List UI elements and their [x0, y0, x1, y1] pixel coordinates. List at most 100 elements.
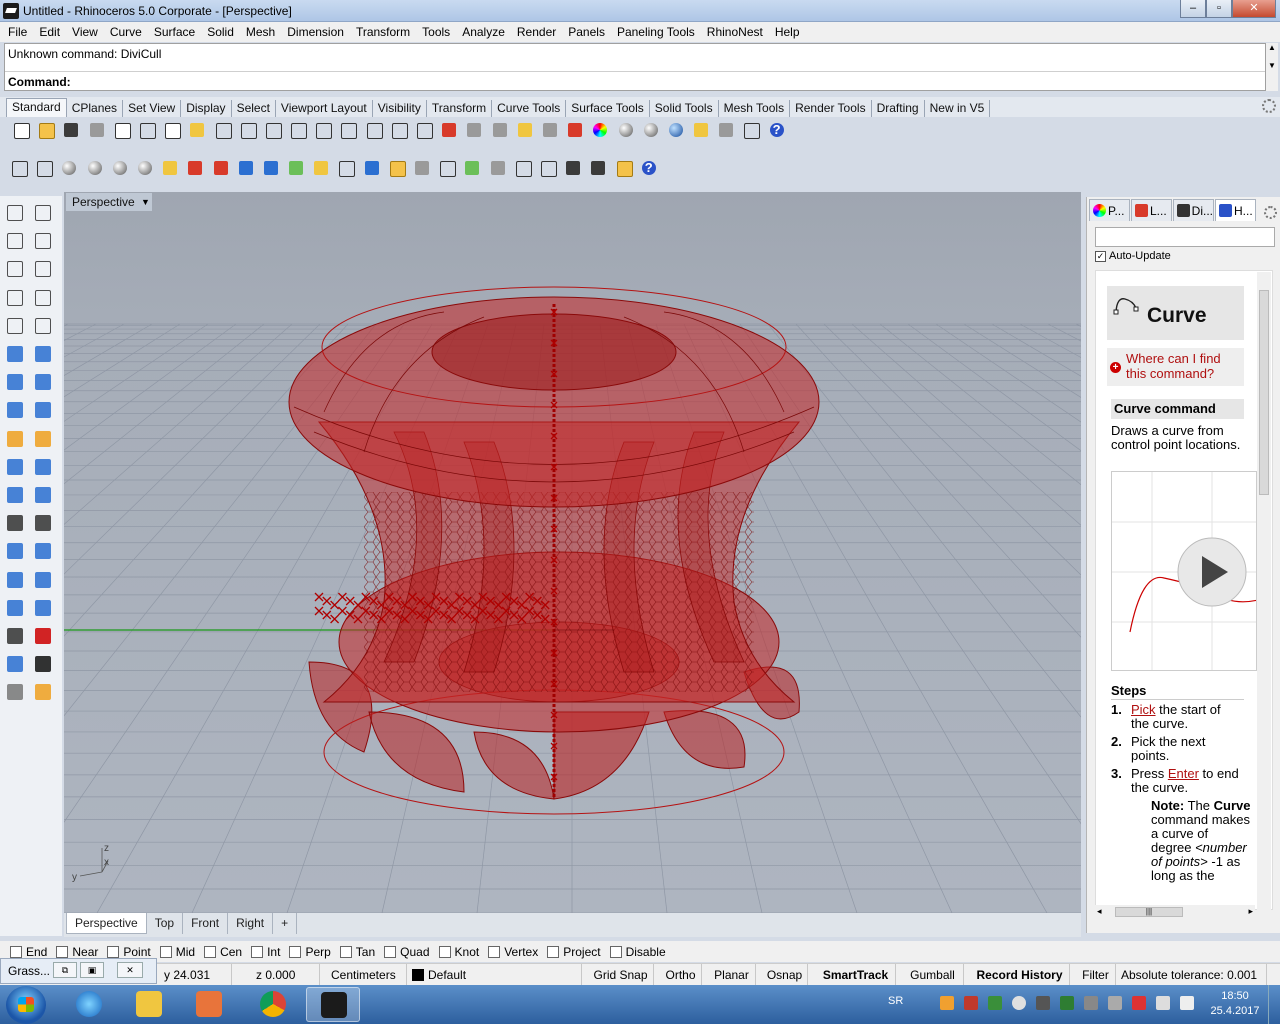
toolbar-gear-icon[interactable] [1262, 99, 1276, 113]
viewport-canvas[interactable]: z x y [64, 192, 1081, 913]
checkbox-box[interactable] [547, 945, 560, 958]
checkbox-box[interactable] [56, 945, 69, 958]
panel-tab-display[interactable]: Di... [1173, 199, 1214, 221]
osnap-mid-checkbox[interactable]: Mid [159, 945, 195, 959]
layer-icon[interactable] [564, 119, 586, 141]
tray-printer-icon[interactable] [1036, 996, 1050, 1010]
menu-transform[interactable]: Transform [350, 22, 416, 42]
text-tool-icon[interactable] [4, 540, 26, 562]
zoom-icon[interactable] [287, 119, 309, 141]
select-arrow-icon[interactable] [4, 202, 26, 224]
analyze-icon[interactable] [4, 653, 26, 675]
align-icon[interactable] [32, 625, 54, 647]
checkbox-box[interactable] [107, 945, 120, 958]
3d-model[interactable] [288, 286, 820, 815]
panel-tab-help[interactable]: H... [1215, 199, 1256, 221]
grasshopper-minimized-window[interactable]: Grass... ⧉ ▣ ✕ [0, 958, 157, 984]
auto-update-checkbox[interactable]: ✓ Auto-Update [1095, 250, 1171, 262]
menu-surface[interactable]: Surface [148, 22, 201, 42]
toolbar-tab-render-tools[interactable]: Render Tools [790, 100, 872, 117]
rebuild-icon[interactable] [32, 512, 54, 534]
menu-help[interactable]: Help [769, 22, 806, 42]
paint-icon[interactable] [32, 681, 54, 703]
viewport-title[interactable]: Perspective [66, 193, 141, 211]
flag-icon[interactable] [335, 157, 357, 179]
folder-open-icon[interactable] [613, 157, 635, 179]
toolbar-tab-standard[interactable]: Standard [6, 98, 67, 117]
ball-3-icon[interactable] [109, 157, 131, 179]
boolean-split-icon[interactable] [32, 484, 54, 506]
save-hpgl-icon[interactable] [587, 157, 609, 179]
command-scrollbar[interactable]: ▲ ▼ [1266, 43, 1278, 91]
fan-icon[interactable] [310, 157, 332, 179]
toolbar-tab-mesh-tools[interactable]: Mesh Tools [719, 100, 791, 117]
fillet-icon[interactable] [32, 428, 54, 450]
rectangle-curve-icon[interactable] [32, 230, 54, 252]
osnap-toggle[interactable]: Osnap [762, 964, 808, 986]
cut-tool-icon[interactable] [487, 157, 509, 179]
gear-blue-icon[interactable] [361, 157, 383, 179]
tab-front[interactable]: Front [183, 913, 229, 934]
smarttrack-toggle[interactable]: SmartTrack [816, 964, 896, 986]
taskbar-internet-explorer[interactable] [62, 987, 116, 1022]
tray-update-icon[interactable] [1012, 996, 1026, 1010]
check-icon[interactable] [32, 653, 54, 675]
dashed-box-icon[interactable] [537, 157, 559, 179]
rectangle-icon[interactable] [32, 287, 54, 309]
viewport-menu-chevron-down-icon[interactable]: ▼ [139, 193, 152, 211]
menu-view[interactable]: View [66, 22, 104, 42]
units-display[interactable]: Centimeters [327, 964, 407, 986]
menu-curve[interactable]: Curve [104, 22, 148, 42]
maximize-button[interactable]: ▫ [1206, 0, 1232, 18]
taskbar-file-explorer[interactable] [122, 987, 176, 1022]
b-box-icon[interactable] [512, 157, 534, 179]
osnap-tan-checkbox[interactable]: Tan [339, 945, 375, 959]
enter-link[interactable]: Enter [1168, 766, 1199, 781]
scroll-right-icon[interactable]: ▸ [1248, 906, 1253, 917]
help-icon[interactable] [766, 119, 788, 141]
help-icon[interactable] [638, 157, 660, 179]
checkbox-box[interactable] [204, 945, 217, 958]
rhino-app-icon[interactable] [3, 2, 19, 19]
taskbar-media-player[interactable] [182, 987, 236, 1022]
record-history-toggle[interactable]: Record History [970, 964, 1070, 986]
show-icon[interactable] [489, 119, 511, 141]
toolbar-tab-display[interactable]: Display [181, 100, 232, 117]
filter-toggle[interactable]: Filter [1076, 964, 1116, 986]
pick-link[interactable]: Pick [1131, 702, 1156, 717]
copy-icon[interactable] [161, 119, 183, 141]
arrow-red-icon[interactable] [210, 157, 232, 179]
save-icon[interactable] [60, 119, 82, 141]
grid-array-icon[interactable] [4, 569, 26, 591]
tray-app-icon[interactable] [940, 996, 954, 1010]
tray-device-icon[interactable] [1084, 996, 1098, 1010]
polygon-icon[interactable] [4, 287, 26, 309]
panel-tab-layers[interactable]: L... [1131, 199, 1172, 221]
sphere-solid-icon[interactable] [32, 371, 54, 393]
ball-1-icon[interactable] [58, 157, 80, 179]
minimize-button[interactable]: – [1180, 0, 1206, 18]
print-icon[interactable] [86, 119, 108, 141]
folders-icon[interactable] [386, 157, 408, 179]
show-desktop-button[interactable] [1268, 985, 1280, 1024]
cube-3d-icon[interactable] [260, 157, 282, 179]
sphere-blue-icon[interactable] [665, 119, 687, 141]
gumball-toggle[interactable]: Gumball [902, 964, 964, 986]
cube-blue-icon[interactable] [235, 157, 257, 179]
perspective-viewport[interactable]: z x y [64, 192, 1081, 913]
close-button[interactable]: ✕ [117, 962, 143, 978]
paste-icon[interactable] [186, 119, 208, 141]
trim-icon[interactable] [4, 456, 26, 478]
toolbar-tab-cplanes[interactable]: CPlanes [67, 100, 124, 117]
language-indicator[interactable]: SR [888, 995, 903, 1007]
rotate-icon[interactable] [262, 119, 284, 141]
osnap-vertex-checkbox[interactable]: Vertex [488, 945, 538, 959]
tray-sync-icon[interactable] [988, 996, 1002, 1010]
curve-edit-icon[interactable] [32, 315, 54, 337]
tools-icon[interactable] [411, 157, 433, 179]
car-render-icon[interactable] [438, 119, 460, 141]
restore-button[interactable]: ⧉ [53, 962, 77, 978]
options-icon[interactable] [740, 119, 762, 141]
array-grid-icon[interactable] [4, 625, 26, 647]
ellipse-icon[interactable] [32, 258, 54, 280]
